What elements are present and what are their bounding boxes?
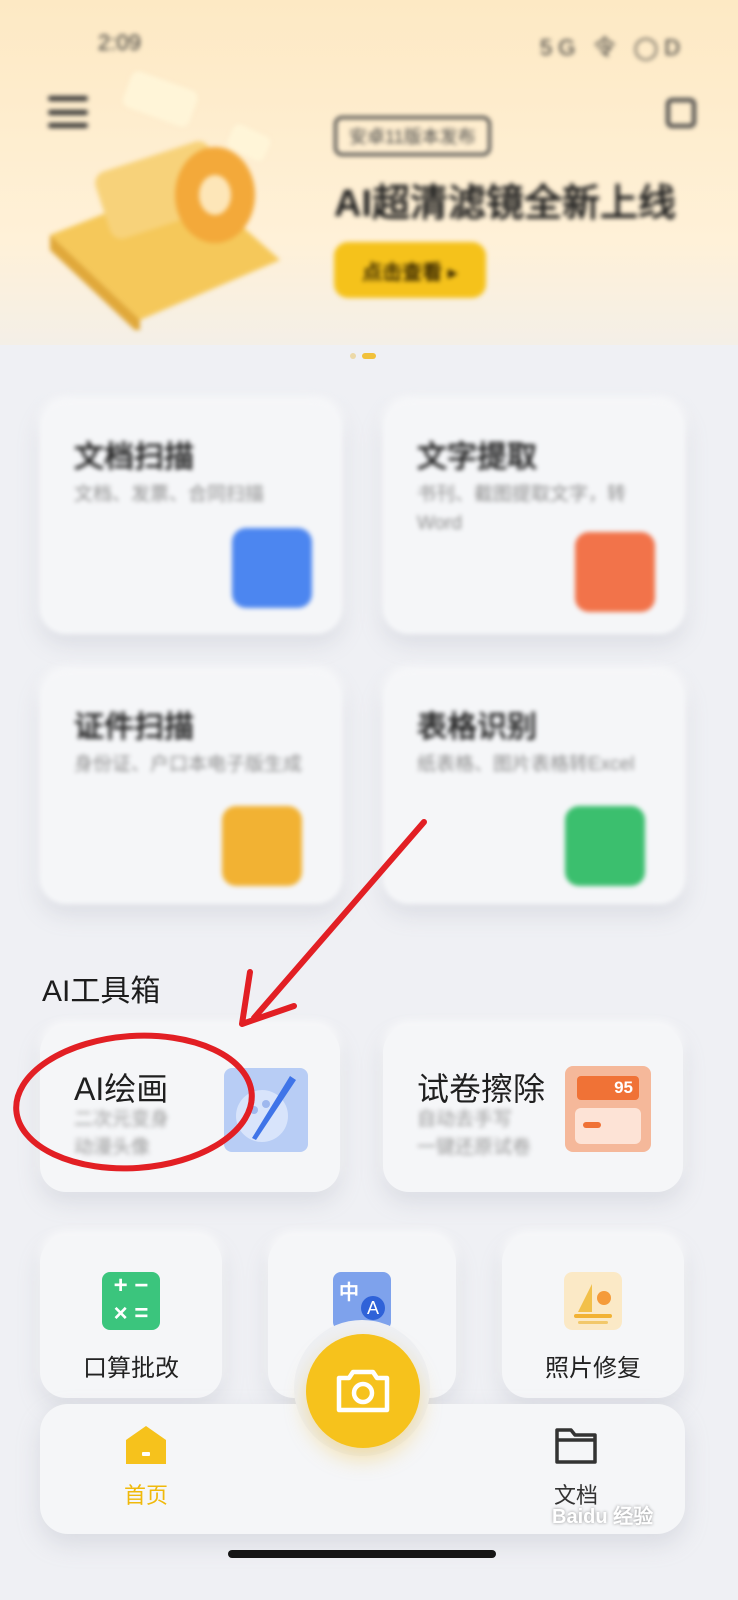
carousel-indicator[interactable] xyxy=(350,346,382,364)
tool-card-photo-repair[interactable]: 照片修复 xyxy=(502,1236,684,1398)
feature-title: 文档扫描 xyxy=(74,441,194,474)
camera-button[interactable] xyxy=(306,1334,420,1448)
photo-repair-icon xyxy=(564,1272,622,1330)
tool-title: 试卷擦除 xyxy=(417,1071,546,1107)
feature-card-text-extract[interactable]: 文字提取 书刊、截图提取文字，转Word xyxy=(383,402,685,634)
status-time: 2:09 xyxy=(98,30,141,55)
highlight-circle-annotation xyxy=(13,1032,255,1172)
camera-icon xyxy=(336,1369,390,1413)
score-label: 95 xyxy=(577,1076,639,1100)
translate-glyph-a: A xyxy=(361,1296,385,1320)
annotation-arrow xyxy=(239,819,427,1027)
megaphone-illustration xyxy=(50,71,280,330)
edit-icon[interactable] xyxy=(666,98,696,128)
status-indicators: 5G 令 ◯D xyxy=(540,35,687,60)
view-details-button[interactable]: 点击查看 ▸ xyxy=(334,242,486,298)
translate-glyph-zh: 中 xyxy=(339,1282,359,1304)
tool-card-calculator[interactable]: + − × = 口算批改 xyxy=(40,1236,222,1398)
feature-title: 文字提取 xyxy=(417,441,537,474)
feature-subtitle: 书刊、截图提取文字，转Word xyxy=(417,484,627,534)
feature-title: 表格识别 xyxy=(417,711,537,744)
feature-card-document-scan[interactable]: 文档扫描 文档、发票、合同扫描 xyxy=(40,402,342,634)
release-badge: 安卓11版本发布 xyxy=(334,116,491,156)
tab-home-label: 首页 xyxy=(123,1483,168,1508)
feature-subtitle: 纸表格、图片表格转Excel xyxy=(417,754,635,775)
home-icon xyxy=(126,1426,166,1464)
tool-label: 口算批改 xyxy=(83,1355,179,1382)
baidu-watermark: Baidu 经验 xyxy=(552,1506,654,1528)
tool-label: 照片修复 xyxy=(545,1355,641,1382)
tool-card-ai-painting[interactable]: AI绘画 二次元变身 动漫头像 xyxy=(13,1026,340,1192)
toolbox-title: AI工具箱 xyxy=(42,975,161,1008)
tab-documents[interactable]: 文档 xyxy=(526,1424,626,1510)
home-indicator[interactable] xyxy=(228,1550,496,1558)
feature-subtitle: 身份证、户口本电子版生成 xyxy=(74,754,303,775)
feature-subtitle: 文档、发票、合同扫描 xyxy=(74,484,265,505)
text-extract-icon xyxy=(575,532,655,612)
tool-card-exam-erase[interactable]: 试卷擦除 自动去手写 一键还原试卷 95 xyxy=(383,1026,683,1192)
feature-title: 证件扫描 xyxy=(74,711,194,744)
document-scan-icon xyxy=(232,528,312,608)
banner-headline: AI超清滤镜全新上线 xyxy=(334,183,677,225)
folder-icon xyxy=(555,1428,597,1464)
table-recognize-icon xyxy=(565,806,645,886)
exam-erase-icon: 95 xyxy=(565,1066,651,1152)
calculator-icon: + − × = xyxy=(102,1272,160,1330)
tab-home[interactable]: 首页 xyxy=(96,1424,196,1510)
